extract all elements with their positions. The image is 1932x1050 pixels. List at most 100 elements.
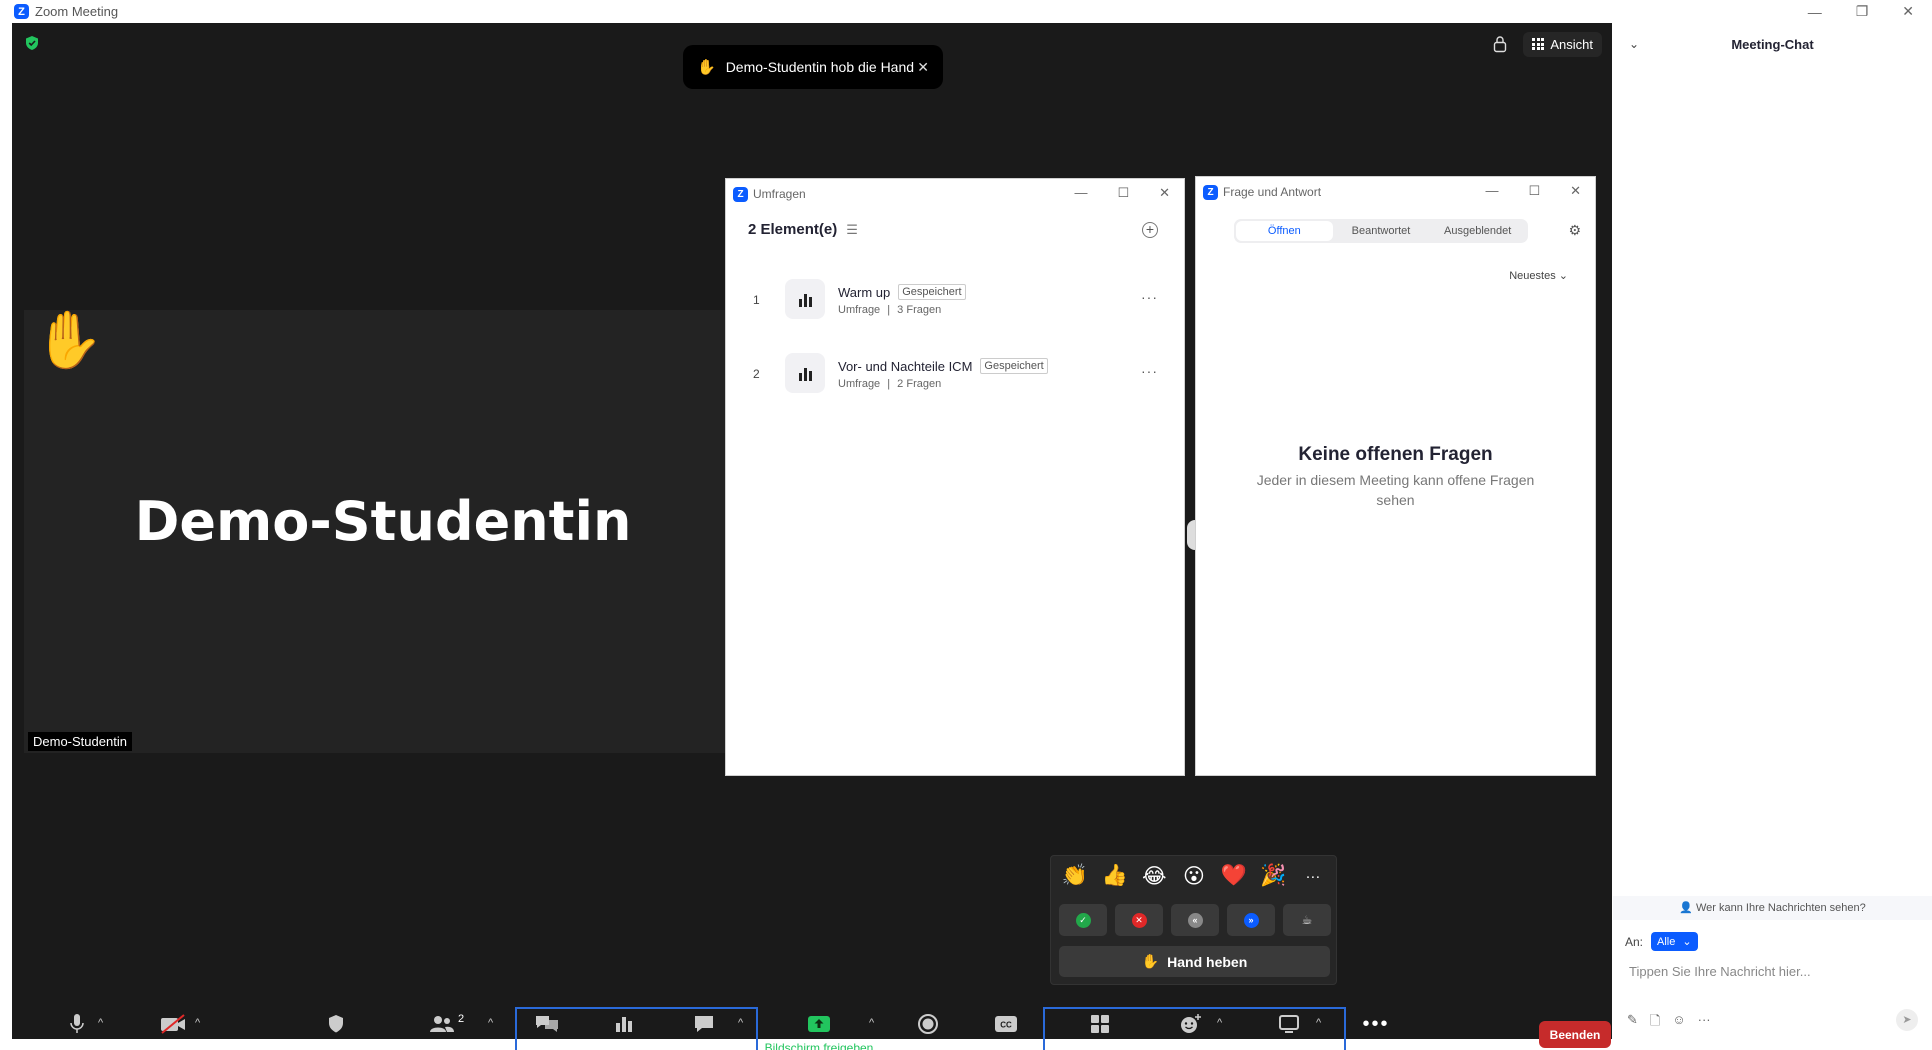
poll-question-count: 3 Fragen (897, 304, 942, 316)
clap-emoji[interactable]: 👏 (1059, 864, 1091, 890)
qa-label: F&A (535, 1041, 559, 1050)
reactions-button[interactable]: Reaktionen (1156, 1012, 1224, 1050)
share-options-chevron-icon[interactable]: ^ (869, 1017, 874, 1029)
svg-text:CC: CC (1000, 1021, 1012, 1030)
tab-dismissed[interactable]: Ausgeblendet (1429, 225, 1526, 237)
file-icon[interactable]: 🗋 (1650, 1012, 1660, 1034)
raised-hand-icon: ✋ (34, 308, 104, 371)
sort-list-icon[interactable]: ☰ (846, 222, 858, 238)
chat-button[interactable]: Chat (684, 1012, 724, 1050)
add-poll-icon[interactable]: + (1142, 222, 1158, 238)
slower-button[interactable]: « (1171, 904, 1219, 936)
closed-captions-icon: CC (976, 1012, 1036, 1036)
faster-button[interactable]: » (1227, 904, 1275, 936)
video-tile[interactable]: ✋ Demo-Studentin Demo-Studentin (24, 310, 742, 753)
raise-hand-notification: ✋ Demo-Studentin hob die Hand ✕ (683, 45, 943, 89)
shield-icon[interactable] (24, 35, 40, 51)
polls-window-controls: — ☐ ✕ (1074, 185, 1170, 201)
hand-icon: ✋ (697, 59, 716, 76)
more-options-icon[interactable]: ··· (1141, 363, 1158, 379)
close-icon[interactable]: ✕ (917, 59, 929, 76)
more-emojis-icon[interactable]: ··· (1297, 864, 1329, 890)
close-icon[interactable]: ✕ (1159, 185, 1170, 201)
minimize-icon[interactable]: — (1808, 4, 1822, 20)
lock-icon[interactable] (1487, 31, 1513, 57)
poll-question-count: 2 Fragen (897, 378, 942, 390)
participants-button[interactable]: 2 Teilnehmer (406, 1012, 486, 1050)
thumbs-up-emoji[interactable]: 👍 (1099, 864, 1131, 890)
sort-dropdown[interactable]: Neuestes ⌄ (1509, 269, 1568, 282)
heart-emoji[interactable]: ❤️ (1218, 864, 1250, 890)
poll-bar-chart-icon (785, 279, 825, 319)
minimize-icon[interactable]: — (1074, 185, 1087, 201)
poll-item[interactable]: 2 Vor- und Nachteile ICM Gespeichert Umf… (748, 353, 1168, 397)
reactions-options-chevron-icon[interactable]: ^ (1217, 1017, 1222, 1029)
qa-tabs: Öffnen Beantwortet Ausgeblendet (1234, 219, 1528, 243)
share-screen-button[interactable]: Bildschirm freigeben (762, 1012, 876, 1050)
close-icon[interactable]: ✕ (1570, 183, 1581, 199)
chat-message-input[interactable]: Tippen Sie Ihre Nachricht hier... (1629, 964, 1811, 979)
participants-options-chevron-icon[interactable]: ^ (488, 1017, 493, 1029)
party-emoji[interactable]: 🎉 (1257, 864, 1289, 890)
raise-hand-label: Hand heben (1167, 953, 1248, 970)
more-options-icon[interactable]: ··· (1141, 289, 1158, 305)
format-text-icon[interactable]: ✎ (1627, 1012, 1638, 1034)
poll-title-text: Warm up (838, 284, 891, 300)
breakout-sessions-button[interactable]: Breakout Sessions (1050, 1012, 1150, 1050)
title-bar: Z Zoom Meeting — ❐ ✕ (0, 0, 1932, 23)
poll-bar-chart-icon (785, 353, 825, 393)
coffee-icon: ☕ (1301, 913, 1313, 927)
reactions-popup: 👏 👍 😂 😮 ❤️ 🎉 ··· ✓ ✕ « » ☕ ✋ Hand heben (1050, 855, 1337, 985)
video-button[interactable]: Video starten (128, 1012, 218, 1050)
sort-label: Neuestes (1509, 270, 1556, 282)
yes-button[interactable]: ✓ (1059, 904, 1107, 936)
status-badge: Gespeichert (898, 284, 966, 300)
chat-options-chevron-icon[interactable]: ^ (738, 1017, 743, 1029)
send-icon[interactable]: ➤ (1896, 1009, 1918, 1031)
maximize-icon[interactable]: ☐ (1528, 183, 1540, 199)
view-button[interactable]: Ansicht (1523, 31, 1602, 57)
poll-title: Warm up Gespeichert (838, 284, 966, 300)
microphone-icon (34, 1012, 120, 1036)
whiteboards-options-chevron-icon[interactable]: ^ (1316, 1017, 1321, 1029)
qa-window-controls: — ☐ ✕ (1485, 183, 1581, 199)
record-button[interactable]: Aufzeichnen (886, 1012, 970, 1050)
surprised-emoji[interactable]: 😮 (1178, 864, 1210, 890)
mute-button[interactable]: Stummschalten (34, 1012, 120, 1050)
tab-answered[interactable]: Beantwortet (1333, 225, 1430, 237)
to-label: An: (1625, 934, 1644, 949)
status-badge: Gespeichert (980, 358, 1048, 374)
breakout-sessions-label: Breakout Sessions (1050, 1041, 1151, 1050)
video-options-chevron-icon[interactable]: ^ (195, 1017, 200, 1029)
qa-button[interactable]: F&A (522, 1012, 572, 1050)
whiteboards-label: Whiteboards (1255, 1041, 1323, 1050)
captions-label: Untertitel (981, 1041, 1031, 1050)
maximize-icon[interactable]: ☐ (1117, 185, 1129, 201)
no-button[interactable]: ✕ (1115, 904, 1163, 936)
raise-hand-button[interactable]: ✋ Hand heben (1059, 946, 1330, 977)
who-can-see-link[interactable]: 👤 Wer kann Ihre Nachrichten sehen? (1613, 896, 1932, 920)
coffee-break-button[interactable]: ☕ (1283, 904, 1331, 936)
tab-open[interactable]: Öffnen (1236, 221, 1333, 241)
minimize-icon[interactable]: — (1485, 183, 1498, 199)
recipient-value: Alle (1657, 936, 1676, 948)
emoji-icon[interactable]: ☺ (1672, 1012, 1685, 1034)
gear-icon[interactable]: ⚙ (1568, 222, 1581, 239)
share-screen-label: Bildschirm freigeben (764, 1041, 874, 1050)
end-meeting-button[interactable]: Beenden (1539, 1021, 1611, 1048)
mute-options-chevron-icon[interactable]: ^ (98, 1017, 103, 1029)
joy-emoji[interactable]: 😂 (1138, 864, 1170, 890)
recipient-dropdown[interactable]: Alle ⌄ (1651, 932, 1698, 951)
poll-item[interactable]: 1 Warm up Gespeichert Umfrage | 3 Fragen… (748, 279, 1168, 323)
security-button[interactable]: Sicherheit (296, 1012, 376, 1050)
captions-button[interactable]: CC Untertitel (976, 1012, 1036, 1050)
chat-title: Meeting-Chat (1731, 37, 1814, 52)
restore-icon[interactable]: ❐ (1856, 3, 1869, 20)
more-button[interactable]: ••• Mehr (1354, 1012, 1398, 1050)
close-icon[interactable]: ✕ (1902, 3, 1914, 20)
polls-button[interactable]: Umfragen (588, 1012, 660, 1050)
more-dots-icon[interactable]: ··· (1698, 1012, 1711, 1034)
poll-type: Umfrage (838, 378, 881, 390)
security-shield-icon (296, 1012, 376, 1036)
bar-chart-icon (588, 1012, 660, 1036)
